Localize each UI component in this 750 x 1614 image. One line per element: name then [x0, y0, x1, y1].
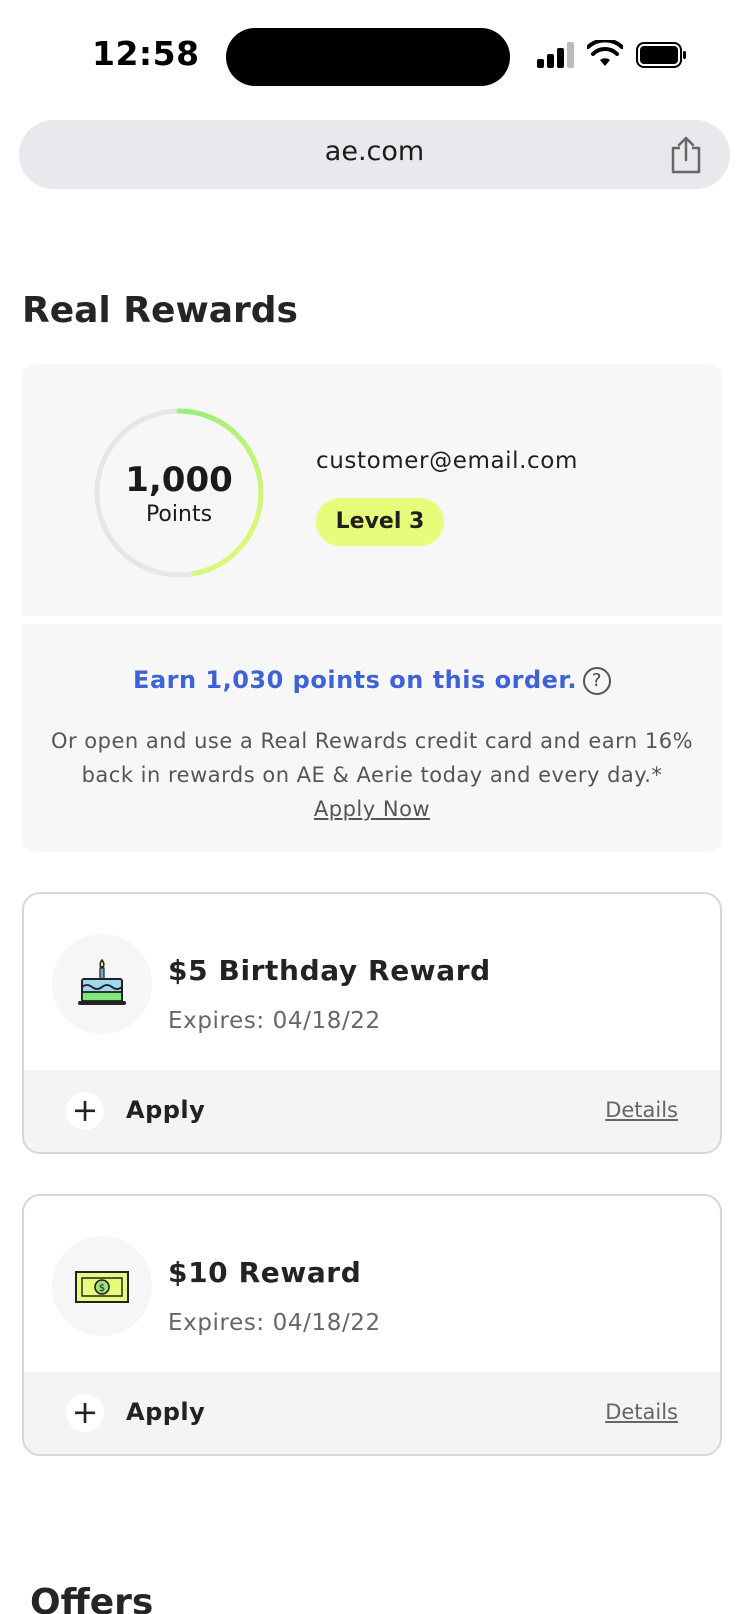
reward-card-10-dollar: $ $10 Reward Expires: 04/18/22 + Apply D… [22, 1194, 722, 1456]
offers-section-title: Offers [30, 1582, 154, 1614]
reward-card-birthday: $5 Birthday Reward Expires: 04/18/22 + A… [22, 892, 722, 1154]
cash-bill-icon: $ [75, 1271, 129, 1303]
reward-expiry: Expires: 04/18/22 [168, 1008, 381, 1034]
cellular-signal-icon [537, 42, 577, 68]
url-text[interactable]: ae.com [19, 136, 730, 167]
apply-button[interactable]: Apply [126, 1398, 205, 1426]
reward-icon-container: $ [52, 1236, 152, 1336]
points-value: 1,000 [125, 460, 233, 500]
apply-button[interactable]: Apply [126, 1096, 205, 1124]
dynamic-island [226, 28, 510, 86]
rewards-summary-card: 1,000 Points customer@email.com Level 3 [22, 364, 722, 616]
help-icon[interactable]: ? [582, 667, 611, 695]
address-bar[interactable]: ae.com [19, 120, 730, 189]
apply-now-link[interactable]: Apply Now [314, 792, 430, 826]
earn-points-card: Earn 1,030 points on this order.? Or ope… [22, 624, 722, 852]
reward-actions: + Apply Details [24, 1070, 720, 1152]
reward-actions: + Apply Details [24, 1372, 720, 1454]
details-link[interactable]: Details [605, 1400, 678, 1424]
earn-headline-row: Earn 1,030 points on this order.? [22, 666, 722, 695]
points-label: Points [145, 502, 213, 527]
details-link[interactable]: Details [605, 1098, 678, 1122]
page-title: Real Rewards [22, 290, 298, 331]
earn-headline: Earn 1,030 points on this order. [133, 666, 577, 694]
share-icon[interactable] [669, 136, 703, 174]
account-email: customer@email.com [316, 448, 578, 474]
reward-title: $5 Birthday Reward [168, 954, 491, 987]
reward-icon-container [52, 934, 152, 1034]
status-bar: 12:58 [0, 0, 750, 110]
credit-card-description: Or open and use a Real Rewards credit ca… [42, 724, 702, 826]
battery-icon [636, 42, 686, 68]
reward-expiry: Expires: 04/18/22 [168, 1310, 381, 1336]
credit-card-text: Or open and use a Real Rewards credit ca… [50, 729, 694, 787]
reward-title: $10 Reward [168, 1256, 362, 1289]
level-badge: Level 3 [316, 498, 444, 546]
svg-text:$: $ [99, 1283, 105, 1294]
plus-icon[interactable]: + [66, 1394, 104, 1432]
status-time: 12:58 [92, 34, 200, 73]
birthday-cake-icon [78, 958, 126, 1005]
plus-icon[interactable]: + [66, 1092, 104, 1130]
wifi-icon [587, 40, 623, 66]
